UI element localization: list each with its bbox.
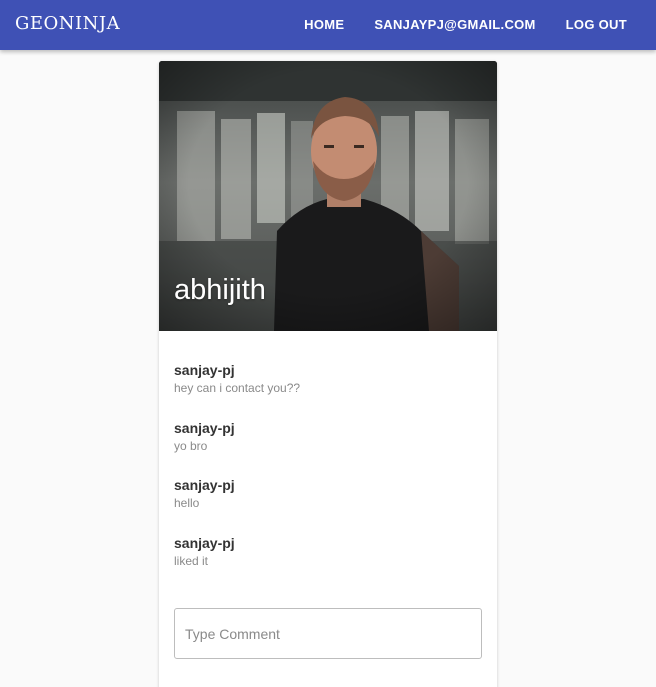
comment-author: sanjay-pj	[174, 477, 235, 493]
comment-item: sanjay-pj hello	[174, 476, 482, 534]
comment-item: sanjay-pj yo bro	[174, 419, 482, 477]
profile-name: abhijith	[174, 274, 266, 306]
nav-links: HOME SANJAYPJ@GMAIL.COM LOG OUT	[289, 0, 642, 50]
brand-logo-link[interactable]: GEONINJA	[15, 13, 120, 34]
navbar: GEONINJA HOME SANJAYPJ@GMAIL.COM LOG OUT	[0, 0, 656, 50]
comment-item: sanjay-pj liked it	[174, 534, 482, 592]
comment-item: sanjay-pj hey can i contact you??	[174, 361, 482, 419]
comment-text: hello	[174, 496, 200, 510]
comment-text: liked it	[174, 553, 209, 568]
comment-author: sanjay-pj	[174, 362, 235, 378]
comment-author: sanjay-pj	[174, 534, 235, 551]
comment-text: hey can i contact you??	[174, 381, 301, 395]
profile-card: abhijith sanjay-pj hey can i contact you…	[159, 61, 497, 687]
comment-author: sanjay-pj	[174, 419, 235, 436]
comment-list: sanjay-pj hey can i contact you?? sanjay…	[159, 331, 497, 591]
nav-link-user-email[interactable]: SANJAYPJ@GMAIL.COM	[359, 0, 550, 50]
comment-input[interactable]	[174, 608, 482, 659]
comment-text: yo bro	[174, 438, 208, 453]
nav-link-logout[interactable]: LOG OUT	[551, 0, 642, 50]
nav-link-home[interactable]: HOME	[289, 0, 359, 50]
profile-photo: abhijith	[159, 61, 497, 331]
